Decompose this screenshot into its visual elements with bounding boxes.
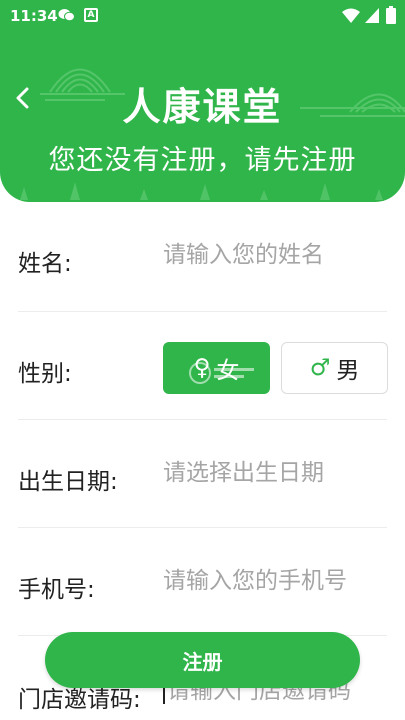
gender-male-button[interactable]: ♂ 男 (281, 342, 388, 394)
status-bar: 11:34 A (0, 0, 405, 32)
watermark-logo (189, 362, 254, 384)
signal-icon (365, 8, 379, 23)
header-subtitle: 您还没有注册，请先注册 (48, 145, 357, 176)
battery-icon (386, 6, 396, 24)
wechat-icon (58, 9, 75, 22)
wifi-icon (342, 8, 360, 23)
phone-row: 手机号: (18, 528, 387, 636)
phone-label: 手机号: (18, 577, 95, 603)
gender-label: 性别: (18, 361, 72, 387)
header-banner: 人康课堂 您还没有注册，请先注册 (0, 32, 405, 202)
app-title: 人康课堂 (122, 85, 283, 129)
birthdate-label: 出生日期: (18, 469, 118, 495)
register-button[interactable]: 注册 (45, 632, 360, 688)
status-time: 11:34 (10, 7, 58, 25)
birthdate-row: 出生日期: (18, 420, 387, 528)
birthdate-picker[interactable] (163, 460, 387, 486)
name-input[interactable] (163, 242, 387, 268)
gender-male-label: 男 (336, 358, 360, 384)
notification-a-icon: A (84, 8, 98, 22)
male-icon: ♂ (309, 355, 331, 381)
name-row: 姓名: (18, 204, 387, 312)
name-label: 姓名: (18, 251, 72, 277)
phone-input[interactable] (163, 568, 387, 594)
